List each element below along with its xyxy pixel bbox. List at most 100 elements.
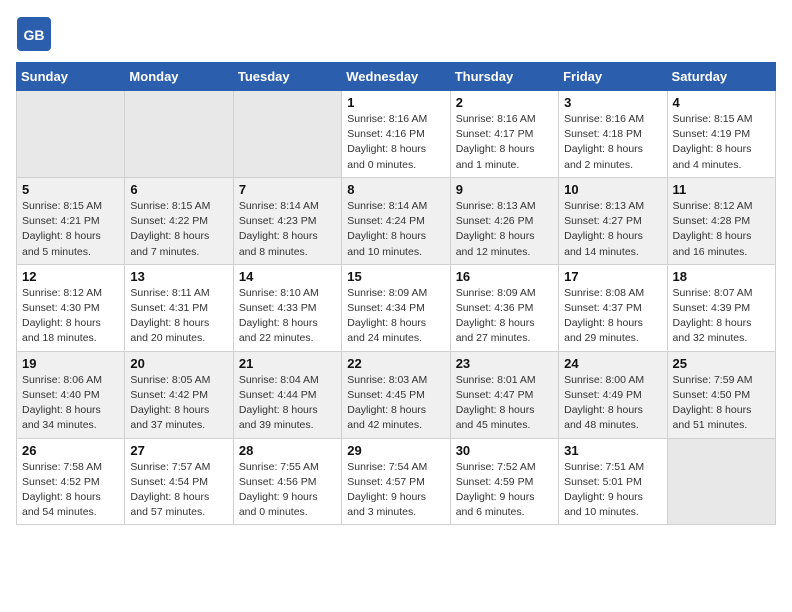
calendar-row-4: 19 Sunrise: 8:06 AMSunset: 4:40 PMDayligh… (17, 351, 776, 438)
day-number: 4 (673, 95, 770, 110)
calendar-cell: 8 Sunrise: 8:14 AMSunset: 4:24 PMDaylight… (342, 177, 450, 264)
calendar-cell: 31 Sunrise: 7:51 AMSunset: 5:01 PMDayligh… (559, 438, 667, 525)
calendar-cell: 18 Sunrise: 8:07 AMSunset: 4:39 PMDayligh… (667, 264, 775, 351)
weekday-header-tuesday: Tuesday (233, 63, 341, 91)
day-info: Sunrise: 8:12 AMSunset: 4:30 PMDaylight:… (22, 286, 119, 347)
calendar-cell: 1Sunrise: 8:16 AMSunset: 4:16 PMDaylight… (342, 91, 450, 178)
svg-text:GB: GB (24, 27, 45, 43)
calendar-cell (17, 91, 125, 178)
weekday-header-saturday: Saturday (667, 63, 775, 91)
day-info: Sunrise: 8:13 AMSunset: 4:26 PMDaylight:… (456, 199, 553, 260)
day-number: 19 (22, 356, 119, 371)
calendar-cell: 27 Sunrise: 7:57 AMSunset: 4:54 PMDayligh… (125, 438, 233, 525)
day-info: Sunrise: 8:07 AMSunset: 4:39 PMDaylight:… (673, 286, 770, 347)
day-info: Sunrise: 7:51 AMSunset: 5:01 PMDaylight:… (564, 460, 661, 521)
day-number: 28 (239, 443, 336, 458)
calendar-cell: 28Sunrise: 7:55 AMSunset: 4:56 PMDayligh… (233, 438, 341, 525)
day-info: Sunrise: 7:59 AMSunset: 4:50 PMDaylight:… (673, 373, 770, 434)
calendar-cell (667, 438, 775, 525)
logo: GB (16, 16, 58, 52)
day-number: 24 (564, 356, 661, 371)
calendar-row-5: 26 Sunrise: 7:58 AMSunset: 4:52 PMDayligh… (17, 438, 776, 525)
weekday-header-monday: Monday (125, 63, 233, 91)
calendar-cell: 19 Sunrise: 8:06 AMSunset: 4:40 PMDayligh… (17, 351, 125, 438)
calendar-cell: 12 Sunrise: 8:12 AMSunset: 4:30 PMDayligh… (17, 264, 125, 351)
calendar-cell: 14 Sunrise: 8:10 AMSunset: 4:33 PMDayligh… (233, 264, 341, 351)
day-info: Sunrise: 7:57 AMSunset: 4:54 PMDaylight:… (130, 460, 227, 521)
day-number: 1 (347, 95, 444, 110)
day-info: Sunrise: 8:16 AMSunset: 4:18 PMDaylight:… (564, 112, 661, 173)
day-number: 6 (130, 182, 227, 197)
calendar-row-1: 1Sunrise: 8:16 AMSunset: 4:16 PMDaylight… (17, 91, 776, 178)
day-info: Sunrise: 8:08 AMSunset: 4:37 PMDaylight:… (564, 286, 661, 347)
day-number: 15 (347, 269, 444, 284)
day-info: Sunrise: 8:09 AMSunset: 4:36 PMDaylight:… (456, 286, 553, 347)
day-info: Sunrise: 8:10 AMSunset: 4:33 PMDaylight:… (239, 286, 336, 347)
day-number: 26 (22, 443, 119, 458)
calendar-cell: 26 Sunrise: 7:58 AMSunset: 4:52 PMDayligh… (17, 438, 125, 525)
day-info: Sunrise: 7:54 AMSunset: 4:57 PMDaylight:… (347, 460, 444, 521)
calendar-cell: 21 Sunrise: 8:04 AMSunset: 4:44 PMDayligh… (233, 351, 341, 438)
calendar-cell: 17Sunrise: 8:08 AMSunset: 4:37 PMDayligh… (559, 264, 667, 351)
day-number: 5 (22, 182, 119, 197)
day-number: 12 (22, 269, 119, 284)
day-info: Sunrise: 8:14 AMSunset: 4:24 PMDaylight:… (347, 199, 444, 260)
day-info: Sunrise: 7:58 AMSunset: 4:52 PMDaylight:… (22, 460, 119, 521)
day-info: Sunrise: 8:15 AMSunset: 4:19 PMDaylight:… (673, 112, 770, 173)
day-number: 21 (239, 356, 336, 371)
day-info: Sunrise: 8:14 AMSunset: 4:23 PMDaylight:… (239, 199, 336, 260)
calendar-cell: 24 Sunrise: 8:00 AMSunset: 4:49 PMDayligh… (559, 351, 667, 438)
day-number: 23 (456, 356, 553, 371)
calendar-cell (233, 91, 341, 178)
day-number: 25 (673, 356, 770, 371)
day-number: 11 (673, 182, 770, 197)
day-number: 22 (347, 356, 444, 371)
day-number: 18 (673, 269, 770, 284)
day-number: 8 (347, 182, 444, 197)
calendar-cell: 15 Sunrise: 8:09 AMSunset: 4:34 PMDayligh… (342, 264, 450, 351)
day-info: Sunrise: 8:00 AMSunset: 4:49 PMDaylight:… (564, 373, 661, 434)
day-info: Sunrise: 8:04 AMSunset: 4:44 PMDaylight:… (239, 373, 336, 434)
calendar-cell: 30 Sunrise: 7:52 AMSunset: 4:59 PMDayligh… (450, 438, 558, 525)
weekday-header-wednesday: Wednesday (342, 63, 450, 91)
day-number: 29 (347, 443, 444, 458)
day-number: 9 (456, 182, 553, 197)
calendar-cell: 22 Sunrise: 8:03 AMSunset: 4:45 PMDayligh… (342, 351, 450, 438)
calendar-header-row: SundayMondayTuesdayWednesdayThursdayFrid… (17, 63, 776, 91)
calendar-table: SundayMondayTuesdayWednesdayThursdayFrid… (16, 62, 776, 525)
day-info: Sunrise: 8:06 AMSunset: 4:40 PMDaylight:… (22, 373, 119, 434)
calendar-cell: 2Sunrise: 8:16 AMSunset: 4:17 PMDaylight… (450, 91, 558, 178)
calendar-cell: 11 Sunrise: 8:12 AMSunset: 4:28 PMDayligh… (667, 177, 775, 264)
calendar-cell: 7Sunrise: 8:14 AMSunset: 4:23 PMDaylight… (233, 177, 341, 264)
calendar-row-3: 12 Sunrise: 8:12 AMSunset: 4:30 PMDayligh… (17, 264, 776, 351)
day-info: Sunrise: 8:15 AMSunset: 4:21 PMDaylight:… (22, 199, 119, 260)
calendar-row-2: 5 Sunrise: 8:15 AMSunset: 4:21 PMDaylight… (17, 177, 776, 264)
day-number: 30 (456, 443, 553, 458)
calendar-cell: 23Sunrise: 8:01 AMSunset: 4:47 PMDayligh… (450, 351, 558, 438)
calendar-cell: 3 Sunrise: 8:16 AMSunset: 4:18 PMDaylight… (559, 91, 667, 178)
day-info: Sunrise: 8:03 AMSunset: 4:45 PMDaylight:… (347, 373, 444, 434)
day-number: 2 (456, 95, 553, 110)
day-info: Sunrise: 8:05 AMSunset: 4:42 PMDaylight:… (130, 373, 227, 434)
day-number: 10 (564, 182, 661, 197)
day-info: Sunrise: 8:11 AMSunset: 4:31 PMDaylight:… (130, 286, 227, 347)
day-info: Sunrise: 7:52 AMSunset: 4:59 PMDaylight:… (456, 460, 553, 521)
day-number: 27 (130, 443, 227, 458)
day-number: 14 (239, 269, 336, 284)
day-number: 20 (130, 356, 227, 371)
day-number: 31 (564, 443, 661, 458)
day-info: Sunrise: 8:09 AMSunset: 4:34 PMDaylight:… (347, 286, 444, 347)
day-number: 3 (564, 95, 661, 110)
day-info: Sunrise: 8:12 AMSunset: 4:28 PMDaylight:… (673, 199, 770, 260)
calendar-cell: 16Sunrise: 8:09 AMSunset: 4:36 PMDayligh… (450, 264, 558, 351)
calendar-cell: 20 Sunrise: 8:05 AMSunset: 4:42 PMDayligh… (125, 351, 233, 438)
calendar-cell: 5 Sunrise: 8:15 AMSunset: 4:21 PMDaylight… (17, 177, 125, 264)
calendar-cell: 13Sunrise: 8:11 AMSunset: 4:31 PMDayligh… (125, 264, 233, 351)
logo-icon: GB (16, 16, 52, 52)
weekday-header-thursday: Thursday (450, 63, 558, 91)
calendar-cell: 6Sunrise: 8:15 AMSunset: 4:22 PMDaylight… (125, 177, 233, 264)
calendar-cell: 29 Sunrise: 7:54 AMSunset: 4:57 PMDayligh… (342, 438, 450, 525)
page-header: GB (16, 16, 776, 52)
calendar-cell: 25 Sunrise: 7:59 AMSunset: 4:50 PMDayligh… (667, 351, 775, 438)
weekday-header-friday: Friday (559, 63, 667, 91)
